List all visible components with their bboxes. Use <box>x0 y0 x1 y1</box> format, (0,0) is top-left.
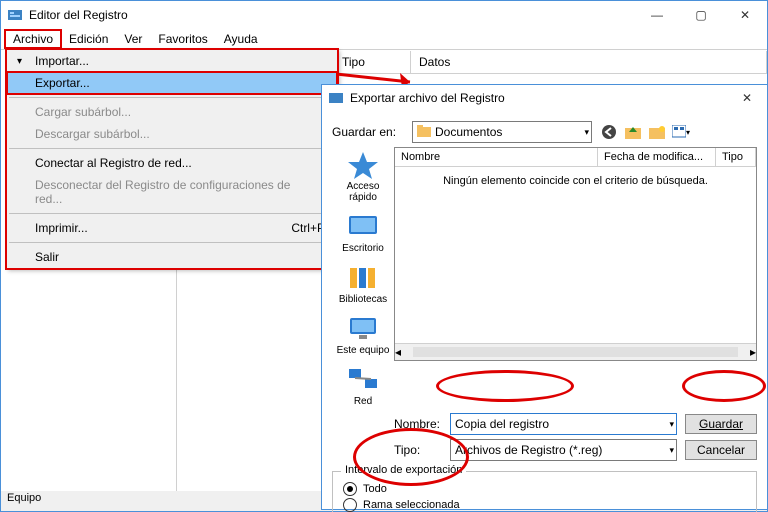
places-bar: Acceso rápido Escritorio Bibliotecas Est… <box>332 147 394 407</box>
desktop-icon <box>347 213 379 241</box>
dialog-titlebar: Exportar archivo del Registro ✕ <box>322 85 767 111</box>
radio-branch[interactable]: Rama seleccionada <box>343 498 746 512</box>
col-file-name[interactable]: Nombre <box>395 148 598 167</box>
menu-print[interactable]: Imprimir...Ctrl+P <box>7 217 337 239</box>
chevron-down-icon: ▾ <box>669 445 674 456</box>
star-icon <box>347 151 379 179</box>
back-icon[interactable] <box>600 123 618 141</box>
libraries-icon <box>347 264 379 292</box>
place-quick-access[interactable]: Acceso rápido <box>332 151 394 203</box>
menu-ver[interactable]: Ver <box>116 30 150 48</box>
new-folder-icon[interactable] <box>648 123 666 141</box>
close-button[interactable]: ✕ <box>723 1 767 29</box>
save-button[interactable]: Guardar <box>685 414 757 434</box>
col-file-date[interactable]: Fecha de modifica... <box>598 148 716 167</box>
titlebar: Editor del Registro — ▢ ✕ <box>1 1 767 29</box>
menu-disconnect-net: Desconectar del Registro de configuracio… <box>7 174 337 210</box>
menu-edicion[interactable]: Edición <box>61 30 116 48</box>
menu-exit[interactable]: Salir <box>7 246 337 268</box>
window-title: Editor del Registro <box>29 8 635 22</box>
minimize-button[interactable]: — <box>635 1 679 29</box>
col-datos[interactable]: Datos <box>411 51 767 73</box>
filetype-combo[interactable]: Archivos de Registro (*.reg)▾ <box>450 439 677 461</box>
horizontal-scrollbar[interactable]: ◂▸ <box>395 343 756 360</box>
network-icon <box>347 366 379 394</box>
export-range-group: Intervalo de exportación Todo Rama selec… <box>332 471 757 512</box>
group-label: Intervalo de exportación <box>341 464 466 476</box>
dialog-title: Exportar archivo del Registro <box>350 91 727 105</box>
maximize-button[interactable]: ▢ <box>679 1 723 29</box>
place-network[interactable]: Red <box>347 366 379 407</box>
col-tipo[interactable]: Tipo <box>334 51 411 73</box>
col-file-type[interactable]: Tipo <box>716 148 756 167</box>
folder-icon <box>417 125 431 140</box>
view-menu-icon[interactable]: ▾ <box>672 123 690 141</box>
menu-favoritos[interactable]: Favoritos <box>150 30 215 48</box>
file-menu-dropdown: ▾Importar... Exportar... Cargar subárbol… <box>6 49 338 269</box>
filetype-label: Tipo: <box>394 443 450 457</box>
menu-importar[interactable]: ▾Importar... <box>7 50 337 72</box>
place-libraries[interactable]: Bibliotecas <box>339 264 387 305</box>
radio-icon <box>343 482 357 496</box>
menu-bar: Archivo Edición Ver Favoritos Ayuda <box>1 29 767 50</box>
menu-connect-net[interactable]: Conectar al Registro de red... <box>7 152 337 174</box>
chevron-down-icon: ▾ <box>669 419 674 430</box>
regedit-icon <box>7 7 23 23</box>
chevron-down-icon: ▾ <box>584 127 589 138</box>
export-dialog: Exportar archivo del Registro ✕ Guardar … <box>321 84 768 510</box>
menu-ayuda[interactable]: Ayuda <box>216 30 266 48</box>
up-folder-icon[interactable] <box>624 123 642 141</box>
file-list[interactable]: Nombre Fecha de modifica... Tipo Ningún … <box>394 147 757 361</box>
place-this-pc[interactable]: Este equipo <box>337 315 390 356</box>
dialog-close-button[interactable]: ✕ <box>727 84 767 112</box>
menu-archivo[interactable]: Archivo <box>5 30 61 48</box>
savein-combo[interactable]: Documentos ▾ <box>412 121 592 143</box>
cancel-button[interactable]: Cancelar <box>685 440 757 460</box>
filename-label: Nombre: <box>394 417 450 431</box>
place-desktop[interactable]: Escritorio <box>342 213 384 254</box>
savein-label: Guardar en: <box>332 125 412 139</box>
filename-input[interactable]: Copia del registro▾ <box>450 413 677 435</box>
regedit-icon <box>328 90 344 106</box>
menu-unload-hive: Descargar subárbol... <box>7 123 337 145</box>
monitor-icon <box>347 315 379 343</box>
menu-load-hive: Cargar subárbol... <box>7 101 337 123</box>
radio-icon <box>343 498 357 512</box>
empty-message: Ningún elemento coincide con el criterio… <box>395 167 756 343</box>
radio-all[interactable]: Todo <box>343 482 746 496</box>
menu-exportar[interactable]: Exportar... <box>7 72 337 94</box>
chevron-down-icon: ▾ <box>17 56 22 67</box>
